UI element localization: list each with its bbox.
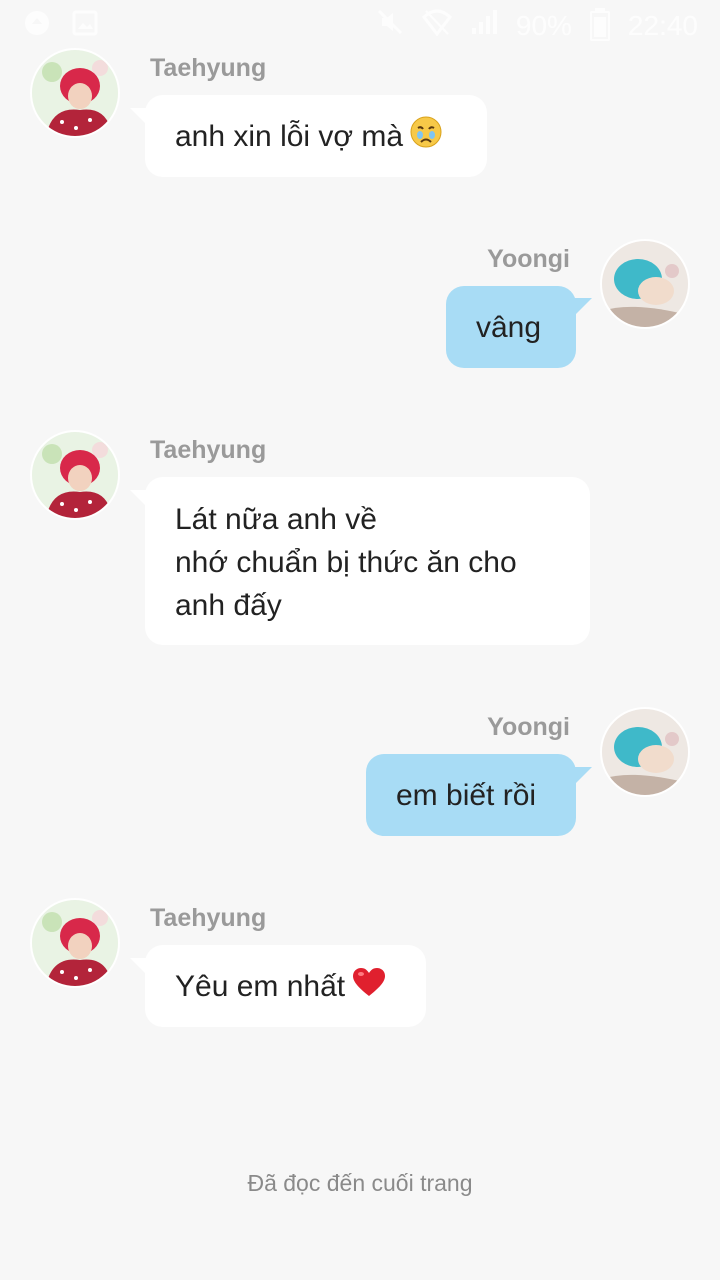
avatar-image [32,900,118,986]
mute-icon [376,8,404,43]
message-text-line: nhớ chuẩn bị thức ăn cho [175,546,517,579]
message-text: em biết rồi [396,779,537,812]
sender-name: Taehyung [150,436,267,464]
sender-name: Taehyung [150,54,267,82]
message-bubble[interactable]: Lát nữa anh về nhớ chuẩn bị thức ăn cho … [145,477,590,645]
avatar-yoongi[interactable] [600,707,690,797]
message-text: anh xin lỗi vợ mà [175,120,404,153]
message-text-line: anh đấy [175,589,282,622]
bubble-tail [574,298,592,316]
sender-name: Yoongi [487,713,570,741]
message-bubble[interactable]: em biết rồi [366,754,576,836]
sender-name: Yoongi [487,245,570,273]
message-bubble[interactable]: Yêu em nhất [145,945,426,1027]
message-text-line: Lát nữa anh về [175,503,377,536]
clock: 22:40 [627,9,698,41]
message-text: Yêu em nhất [175,970,346,1003]
wifi-icon [421,8,452,43]
message-text: vâng [476,311,542,344]
avatar-taehyung[interactable] [30,898,120,988]
avatar-image [602,241,688,327]
red-heart-emoji [351,966,387,1010]
end-of-page-notice: Đã đọc đến cuối trang [247,1170,473,1196]
crying-face-emoji [409,115,443,161]
sender-name: Taehyung [150,904,267,932]
battery-percent: 90% [515,9,572,41]
avatar-image [32,50,118,136]
bubble-tail [574,767,592,785]
avatar-yoongi[interactable] [600,239,690,329]
status-bar: 90% 22:40 [0,0,720,48]
signal-icon [470,8,498,43]
avatar-image [602,709,688,795]
avatar-image [32,432,118,518]
gallery-icon [72,10,98,41]
app-notification-icon [24,10,50,41]
message-bubble[interactable]: vâng [446,286,576,368]
message-bubble[interactable]: anh xin lỗi vợ mà [145,95,487,177]
battery-icon [589,7,610,41]
avatar-taehyung[interactable] [30,48,120,138]
avatar-taehyung[interactable] [30,430,120,520]
